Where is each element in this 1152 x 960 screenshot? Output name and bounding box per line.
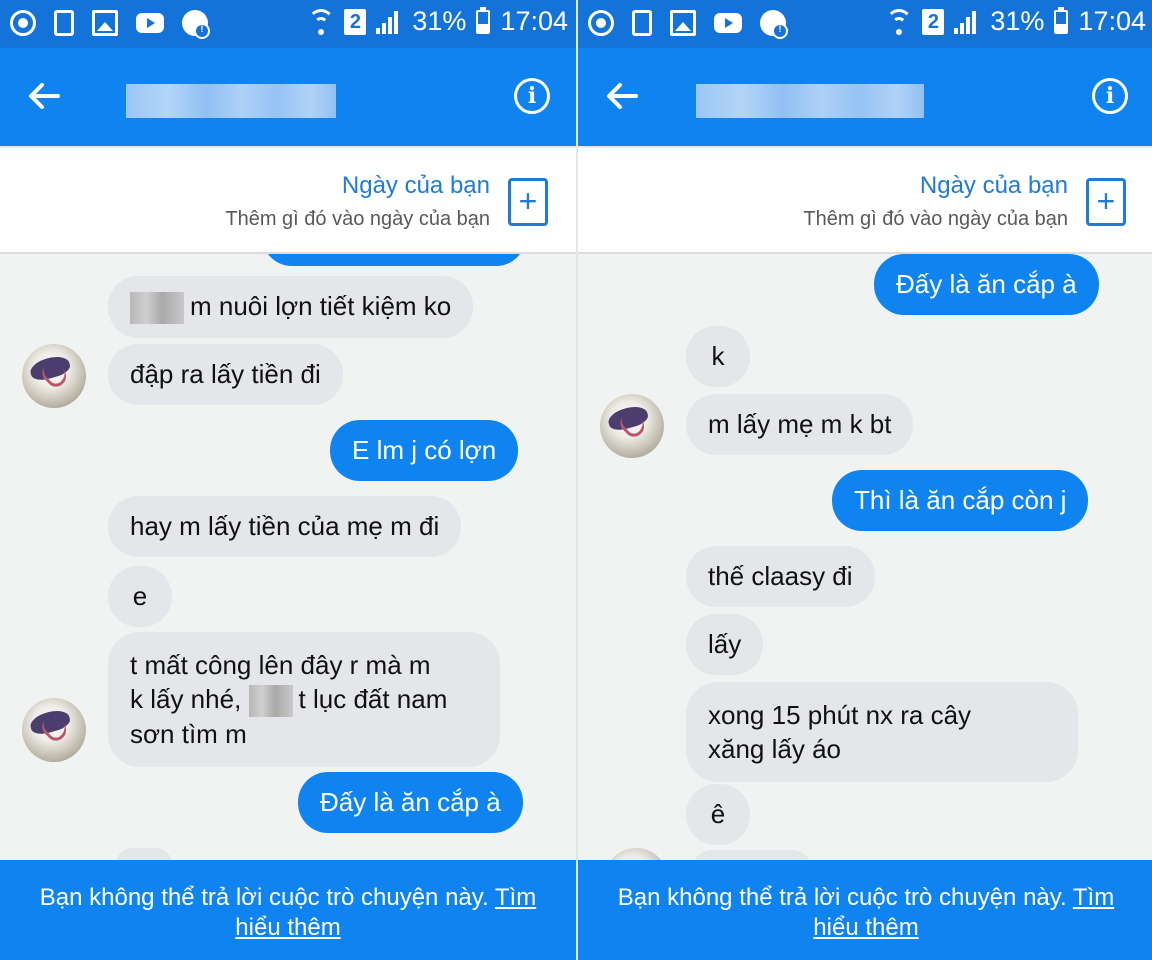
message-bubble: thế claasy đi — [686, 546, 875, 607]
cannot-reply-footer: Bạn không thể trả lời cuộc trò chuyện nà… — [578, 860, 1152, 960]
battery-icon — [1054, 6, 1069, 34]
message-bubble-partial — [692, 850, 812, 860]
right-screenshot-panel: 2 31% 17:04 i Ngày của bạn Thêm gì đó và… — [576, 0, 1152, 960]
status-right: 2 31% 17:04 — [886, 6, 1146, 37]
learn-more-link-cont[interactable]: hiểu thêm — [235, 914, 340, 941]
youtube-icon — [136, 13, 164, 33]
messenger-icon — [182, 10, 210, 39]
chrome-icon — [588, 10, 614, 36]
add-to-day-icon[interactable]: + — [508, 178, 548, 226]
censored-name — [130, 292, 184, 325]
message-bubble: m nuôi lợn tiết kiệm ko — [108, 276, 474, 339]
message-bubble-partial — [114, 848, 174, 860]
message-bubble: k — [686, 326, 750, 387]
conversation-header: i — [578, 48, 1152, 146]
sim-slot-icon: 2 — [344, 8, 367, 35]
your-day-subtitle: Thêm gì đó vào ngày của bạn — [803, 208, 1068, 230]
learn-more-link[interactable]: Tìm — [1073, 884, 1114, 911]
gallery-icon — [670, 10, 696, 36]
message-bubble: hay m lấy tiền của mẹ m đi — [108, 496, 462, 557]
learn-more-link-cont[interactable]: hiểu thêm — [813, 914, 918, 941]
contact-name-blurred — [696, 84, 924, 118]
message-bubble: E lm j có lợn — [330, 420, 519, 481]
contact-name-blurred — [126, 84, 336, 118]
avatar-partial — [604, 848, 668, 860]
wifi-icon — [886, 8, 913, 35]
your-day-title: Ngày của bạn — [341, 172, 490, 199]
message-bubble: ê — [686, 784, 750, 845]
back-arrow-icon[interactable] — [602, 76, 642, 116]
signal-icon — [954, 10, 980, 34]
message-thread[interactable]: m nuôi lợn tiết kiệm ko đập ra lấy tiền … — [0, 254, 576, 860]
status-bar: 2 31% 17:04 — [0, 0, 576, 48]
message-bubble: lấy — [686, 614, 764, 675]
message-bubble: e — [108, 566, 172, 627]
phone-icon — [632, 10, 652, 36]
wifi-icon — [308, 8, 335, 35]
status-bar: 2 31% 17:04 — [578, 0, 1152, 48]
avatar — [22, 698, 86, 762]
message-bubble-multiline: xong 15 phút nx ra cây xăng lấy áo — [686, 682, 1078, 782]
avatar — [600, 394, 664, 458]
message-bubble: m lấy mẹ m k bt — [686, 394, 914, 455]
status-right: 2 31% 17:04 — [308, 6, 568, 37]
message-bubble: đập ra lấy tiền đi — [108, 344, 343, 405]
message-thread[interactable]: Đấy là ăn cắp à k m lấy mẹ m k bt Thì là… — [578, 254, 1152, 860]
signal-icon — [376, 10, 402, 34]
message-bubble: Thì là ăn cắp còn j — [832, 470, 1089, 531]
chrome-icon — [10, 10, 36, 36]
conversation-header: i — [0, 48, 576, 146]
message-bubble: Đấy là ăn cắp à — [298, 772, 523, 833]
cannot-reply-footer: Bạn không thể trả lời cuộc trò chuyện nà… — [0, 860, 576, 960]
clock: 17:04 — [500, 6, 568, 36]
message-bubble: Đấy là ăn cắp à — [874, 254, 1099, 315]
info-icon[interactable]: i — [514, 78, 550, 114]
message-bubble-multiline: t mất công lên đây r mà m k lấy nhé, t l… — [108, 632, 500, 768]
messenger-icon — [760, 10, 788, 39]
info-icon[interactable]: i — [1092, 78, 1128, 114]
sim-slot-icon: 2 — [922, 8, 945, 35]
your-day-banner[interactable]: Ngày của bạn Thêm gì đó vào ngày của bạn… — [0, 146, 576, 254]
battery-icon — [476, 6, 491, 34]
phone-icon — [54, 10, 74, 36]
back-arrow-icon[interactable] — [24, 76, 64, 116]
left-screenshot-panel: 2 31% 17:04 i Ngày của bạn Thêm gì đó và… — [0, 0, 576, 960]
your-day-subtitle: Thêm gì đó vào ngày của bạn — [225, 208, 490, 230]
gallery-icon — [92, 10, 118, 36]
add-to-day-icon[interactable]: + — [1086, 178, 1126, 226]
censored-name — [248, 685, 293, 718]
battery-percent: 31% — [412, 6, 467, 36]
battery-percent: 31% — [990, 6, 1045, 36]
message-bubble-partial — [262, 254, 526, 266]
avatar — [22, 344, 86, 408]
your-day-title: Ngày của bạn — [919, 172, 1068, 199]
clock: 17:04 — [1078, 6, 1146, 36]
notification-icons — [588, 10, 788, 39]
notification-icons — [10, 10, 210, 39]
your-day-banner[interactable]: Ngày của bạn Thêm gì đó vào ngày của bạn… — [578, 146, 1152, 254]
learn-more-link[interactable]: Tìm — [495, 884, 536, 911]
youtube-icon — [714, 13, 742, 33]
